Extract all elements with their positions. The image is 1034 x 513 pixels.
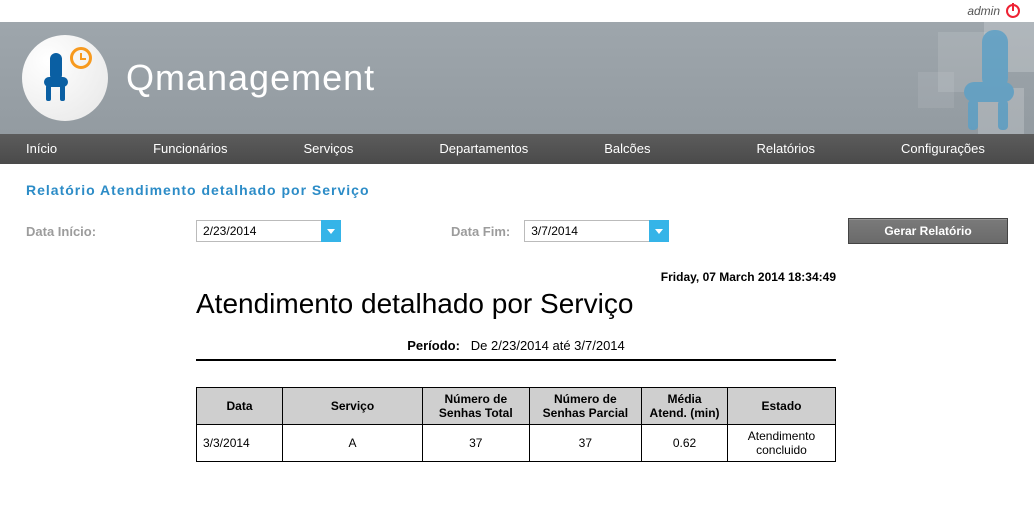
start-date-field[interactable] <box>196 220 341 242</box>
col-servico: Serviço <box>283 388 423 425</box>
chair-icon <box>44 53 72 103</box>
page: Relatório Atendimento detalhado por Serv… <box>0 164 1034 492</box>
nav-configuracoes[interactable]: Configurações <box>883 134 1003 164</box>
clock-icon <box>70 47 92 69</box>
start-date-dropdown-icon[interactable] <box>321 220 341 242</box>
banner-decoration <box>774 22 1034 134</box>
breadcrumb: Relatório Atendimento detalhado por Serv… <box>26 182 1008 198</box>
logo <box>22 35 108 121</box>
col-estado: Estado <box>727 388 835 425</box>
filter-bar: Data Início: Data Fim: Gerar Relatório <box>26 218 1008 244</box>
main-nav: Início Funcionários Serviços Departament… <box>0 134 1034 164</box>
report-title: Atendimento detalhado por Serviço <box>196 288 836 320</box>
cell-senhas-parcial: 37 <box>529 425 642 462</box>
nav-relatorios[interactable]: Relatórios <box>739 134 834 164</box>
cell-media: 0.62 <box>642 425 728 462</box>
start-date-label: Data Início: <box>26 224 196 239</box>
cell-servico: A <box>283 425 423 462</box>
nav-departamentos[interactable]: Departamentos <box>421 134 546 164</box>
end-date-label: Data Fim: <box>451 224 510 239</box>
report-table: Data Serviço Número de Senhas Total Núme… <box>196 387 836 462</box>
end-date-field[interactable] <box>524 220 669 242</box>
cell-data: 3/3/2014 <box>197 425 283 462</box>
col-senhas-parcial: Número de Senhas Parcial <box>529 388 642 425</box>
col-media: Média Atend. (min) <box>642 388 728 425</box>
nav-funcionarios[interactable]: Funcionários <box>135 134 245 164</box>
nav-balcoes[interactable]: Balcões <box>586 134 668 164</box>
report: Friday, 07 March 2014 18:34:49 Atendimen… <box>196 270 836 462</box>
col-data: Data <box>197 388 283 425</box>
table-row: 3/3/2014 A 37 37 0.62 Atendimento conclu… <box>197 425 836 462</box>
brand-title: Qmanagement <box>126 57 375 99</box>
cell-estado: Atendimento concluido <box>727 425 835 462</box>
cell-senhas-total: 37 <box>423 425 530 462</box>
top-strip: admin <box>0 0 1034 22</box>
report-period: Período: De 2/23/2014 até 3/7/2014 <box>196 338 836 353</box>
col-senhas-total: Número de Senhas Total <box>423 388 530 425</box>
banner: Qmanagement <box>0 22 1034 134</box>
report-divider <box>196 359 836 361</box>
report-timestamp: Friday, 07 March 2014 18:34:49 <box>196 270 836 284</box>
logout-icon[interactable] <box>1006 4 1020 18</box>
end-date-dropdown-icon[interactable] <box>649 220 669 242</box>
nav-inicio[interactable]: Início <box>8 134 75 164</box>
period-value: De 2/23/2014 até 3/7/2014 <box>471 338 625 353</box>
start-date-input[interactable] <box>196 220 341 242</box>
end-date-input[interactable] <box>524 220 669 242</box>
period-label: Período: <box>407 338 460 353</box>
table-header-row: Data Serviço Número de Senhas Total Núme… <box>197 388 836 425</box>
nav-servicos[interactable]: Serviços <box>286 134 372 164</box>
current-user: admin <box>967 4 1000 18</box>
generate-report-button[interactable]: Gerar Relatório <box>848 218 1008 244</box>
